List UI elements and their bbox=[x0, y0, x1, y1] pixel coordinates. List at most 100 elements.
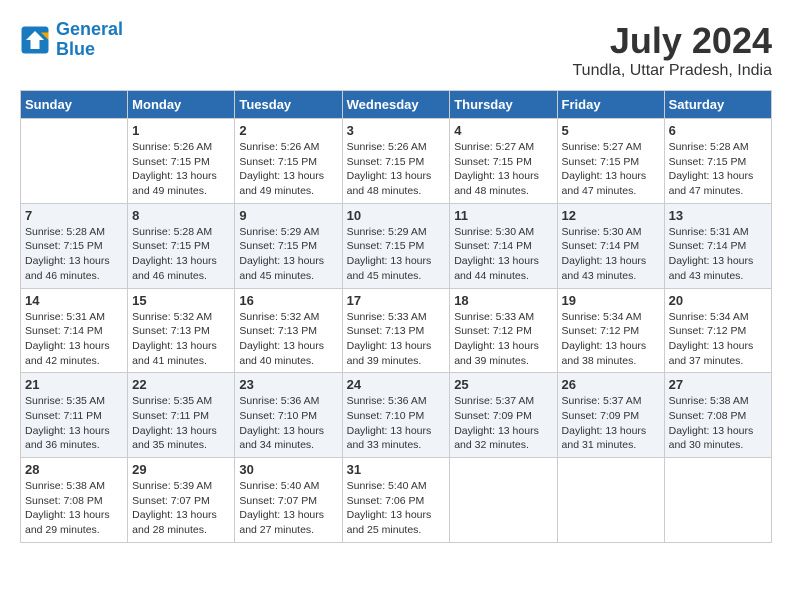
calendar-cell: 21 Sunrise: 5:35 AMSunset: 7:11 PMDayligh… bbox=[21, 373, 128, 458]
day-number: 27 bbox=[669, 377, 767, 392]
day-info: Sunrise: 5:30 AMSunset: 7:14 PMDaylight:… bbox=[454, 225, 552, 284]
day-number: 14 bbox=[25, 293, 123, 308]
day-info: Sunrise: 5:27 AMSunset: 7:15 PMDaylight:… bbox=[562, 140, 660, 199]
day-info: Sunrise: 5:27 AMSunset: 7:15 PMDaylight:… bbox=[454, 140, 552, 199]
day-number: 7 bbox=[25, 208, 123, 223]
day-info: Sunrise: 5:26 AMSunset: 7:15 PMDaylight:… bbox=[132, 140, 230, 199]
day-number: 9 bbox=[239, 208, 337, 223]
weekday-header-monday: Monday bbox=[128, 91, 235, 119]
day-number: 21 bbox=[25, 377, 123, 392]
day-number: 16 bbox=[239, 293, 337, 308]
calendar-cell: 18Sunrise: 5:33 AMSunset: 7:12 PMDayligh… bbox=[450, 288, 557, 373]
day-number: 20 bbox=[669, 293, 767, 308]
day-info: Sunrise: 5:26 AMSunset: 7:15 PMDaylight:… bbox=[239, 140, 337, 199]
day-info: Sunrise: 5:35 AMSunset: 7:11 PMDaylight:… bbox=[25, 394, 123, 453]
weekday-header-wednesday: Wednesday bbox=[342, 91, 450, 119]
day-info: Sunrise: 5:36 AMSunset: 7:10 PMDaylight:… bbox=[239, 394, 337, 453]
day-number: 18 bbox=[454, 293, 552, 308]
day-info: Sunrise: 5:30 AMSunset: 7:14 PMDaylight:… bbox=[562, 225, 660, 284]
day-number: 11 bbox=[454, 208, 552, 223]
day-info: Sunrise: 5:28 AMSunset: 7:15 PMDaylight:… bbox=[132, 225, 230, 284]
weekday-header-tuesday: Tuesday bbox=[235, 91, 342, 119]
day-info: Sunrise: 5:28 AMSunset: 7:15 PMDaylight:… bbox=[669, 140, 767, 199]
calendar-cell: 10 Sunrise: 5:29 AMSunset: 7:15 PMDayligh… bbox=[342, 203, 450, 288]
day-number: 1 bbox=[132, 123, 230, 138]
day-info: Sunrise: 5:37 AMSunset: 7:09 PMDaylight:… bbox=[454, 394, 552, 453]
title-area: July 2024 Tundla, Uttar Pradesh, India bbox=[572, 20, 772, 80]
day-number: 15 bbox=[132, 293, 230, 308]
calendar-cell: 8Sunrise: 5:28 AMSunset: 7:15 PMDaylight… bbox=[128, 203, 235, 288]
logo-line2: Blue bbox=[56, 40, 123, 60]
calendar-cell: 24Sunrise: 5:36 AMSunset: 7:10 PMDayligh… bbox=[342, 373, 450, 458]
calendar-cell: 2 Sunrise: 5:26 AMSunset: 7:15 PMDaylight… bbox=[235, 119, 342, 204]
calendar-week-row: 14 Sunrise: 5:31 AMSunset: 7:14 PMDayligh… bbox=[21, 288, 772, 373]
logo-line1: General bbox=[56, 19, 123, 39]
day-info: Sunrise: 5:34 AMSunset: 7:12 PMDaylight:… bbox=[562, 310, 660, 369]
day-number: 12 bbox=[562, 208, 660, 223]
calendar-week-row: 1 Sunrise: 5:26 AMSunset: 7:15 PMDaylight… bbox=[21, 119, 772, 204]
day-info: Sunrise: 5:31 AMSunset: 7:14 PMDaylight:… bbox=[25, 310, 123, 369]
calendar-cell: 3 Sunrise: 5:26 AMSunset: 7:15 PMDaylight… bbox=[342, 119, 450, 204]
day-number: 13 bbox=[669, 208, 767, 223]
calendar-cell bbox=[557, 458, 664, 543]
calendar-cell: 9 Sunrise: 5:29 AMSunset: 7:15 PMDaylight… bbox=[235, 203, 342, 288]
day-number: 25 bbox=[454, 377, 552, 392]
day-info: Sunrise: 5:40 AMSunset: 7:07 PMDaylight:… bbox=[239, 479, 337, 538]
day-info: Sunrise: 5:38 AMSunset: 7:08 PMDaylight:… bbox=[25, 479, 123, 538]
calendar-cell: 11 Sunrise: 5:30 AMSunset: 7:14 PMDayligh… bbox=[450, 203, 557, 288]
month-title: July 2024 bbox=[572, 20, 772, 62]
day-info: Sunrise: 5:29 AMSunset: 7:15 PMDaylight:… bbox=[347, 225, 446, 284]
day-number: 6 bbox=[669, 123, 767, 138]
day-info: Sunrise: 5:32 AMSunset: 7:13 PMDaylight:… bbox=[239, 310, 337, 369]
day-info: Sunrise: 5:39 AMSunset: 7:07 PMDaylight:… bbox=[132, 479, 230, 538]
calendar-cell: 30 Sunrise: 5:40 AMSunset: 7:07 PMDayligh… bbox=[235, 458, 342, 543]
day-info: Sunrise: 5:33 AMSunset: 7:13 PMDaylight:… bbox=[347, 310, 446, 369]
weekday-header-thursday: Thursday bbox=[450, 91, 557, 119]
calendar-cell: 26 Sunrise: 5:37 AMSunset: 7:09 PMDayligh… bbox=[557, 373, 664, 458]
day-number: 28 bbox=[25, 462, 123, 477]
calendar-table: SundayMondayTuesdayWednesdayThursdayFrid… bbox=[20, 90, 772, 543]
day-info: Sunrise: 5:34 AMSunset: 7:12 PMDaylight:… bbox=[669, 310, 767, 369]
day-info: Sunrise: 5:32 AMSunset: 7:13 PMDaylight:… bbox=[132, 310, 230, 369]
day-number: 10 bbox=[347, 208, 446, 223]
day-number: 2 bbox=[239, 123, 337, 138]
day-number: 30 bbox=[239, 462, 337, 477]
day-number: 4 bbox=[454, 123, 552, 138]
day-number: 19 bbox=[562, 293, 660, 308]
calendar-cell: 31Sunrise: 5:40 AMSunset: 7:06 PMDayligh… bbox=[342, 458, 450, 543]
day-info: Sunrise: 5:38 AMSunset: 7:08 PMDaylight:… bbox=[669, 394, 767, 453]
calendar-cell: 17Sunrise: 5:33 AMSunset: 7:13 PMDayligh… bbox=[342, 288, 450, 373]
day-number: 24 bbox=[347, 377, 446, 392]
day-number: 5 bbox=[562, 123, 660, 138]
location-title: Tundla, Uttar Pradesh, India bbox=[572, 62, 772, 80]
calendar-cell: 6 Sunrise: 5:28 AMSunset: 7:15 PMDaylight… bbox=[664, 119, 771, 204]
calendar-cell: 29Sunrise: 5:39 AMSunset: 7:07 PMDayligh… bbox=[128, 458, 235, 543]
day-number: 26 bbox=[562, 377, 660, 392]
calendar-cell bbox=[664, 458, 771, 543]
logo: General Blue bbox=[20, 20, 123, 60]
calendar-cell bbox=[450, 458, 557, 543]
calendar-cell bbox=[21, 119, 128, 204]
logo-text: General Blue bbox=[56, 20, 123, 60]
calendar-cell: 5 Sunrise: 5:27 AMSunset: 7:15 PMDaylight… bbox=[557, 119, 664, 204]
calendar-cell: 19 Sunrise: 5:34 AMSunset: 7:12 PMDayligh… bbox=[557, 288, 664, 373]
day-info: Sunrise: 5:37 AMSunset: 7:09 PMDaylight:… bbox=[562, 394, 660, 453]
page-header: General Blue July 2024 Tundla, Uttar Pra… bbox=[20, 20, 772, 80]
weekday-header-row: SundayMondayTuesdayWednesdayThursdayFrid… bbox=[21, 91, 772, 119]
calendar-cell: 23Sunrise: 5:36 AMSunset: 7:10 PMDayligh… bbox=[235, 373, 342, 458]
weekday-header-friday: Friday bbox=[557, 91, 664, 119]
calendar-cell: 27 Sunrise: 5:38 AMSunset: 7:08 PMDayligh… bbox=[664, 373, 771, 458]
weekday-header-saturday: Saturday bbox=[664, 91, 771, 119]
calendar-cell: 28 Sunrise: 5:38 AMSunset: 7:08 PMDayligh… bbox=[21, 458, 128, 543]
calendar-cell: 12 Sunrise: 5:30 AMSunset: 7:14 PMDayligh… bbox=[557, 203, 664, 288]
calendar-week-row: 21 Sunrise: 5:35 AMSunset: 7:11 PMDayligh… bbox=[21, 373, 772, 458]
calendar-cell: 25 Sunrise: 5:37 AMSunset: 7:09 PMDayligh… bbox=[450, 373, 557, 458]
day-info: Sunrise: 5:40 AMSunset: 7:06 PMDaylight:… bbox=[347, 479, 446, 538]
calendar-cell: 7Sunrise: 5:28 AMSunset: 7:15 PMDaylight… bbox=[21, 203, 128, 288]
weekday-header-sunday: Sunday bbox=[21, 91, 128, 119]
day-info: Sunrise: 5:29 AMSunset: 7:15 PMDaylight:… bbox=[239, 225, 337, 284]
calendar-cell: 14 Sunrise: 5:31 AMSunset: 7:14 PMDayligh… bbox=[21, 288, 128, 373]
day-number: 3 bbox=[347, 123, 446, 138]
calendar-cell: 20 Sunrise: 5:34 AMSunset: 7:12 PMDayligh… bbox=[664, 288, 771, 373]
day-info: Sunrise: 5:26 AMSunset: 7:15 PMDaylight:… bbox=[347, 140, 446, 199]
